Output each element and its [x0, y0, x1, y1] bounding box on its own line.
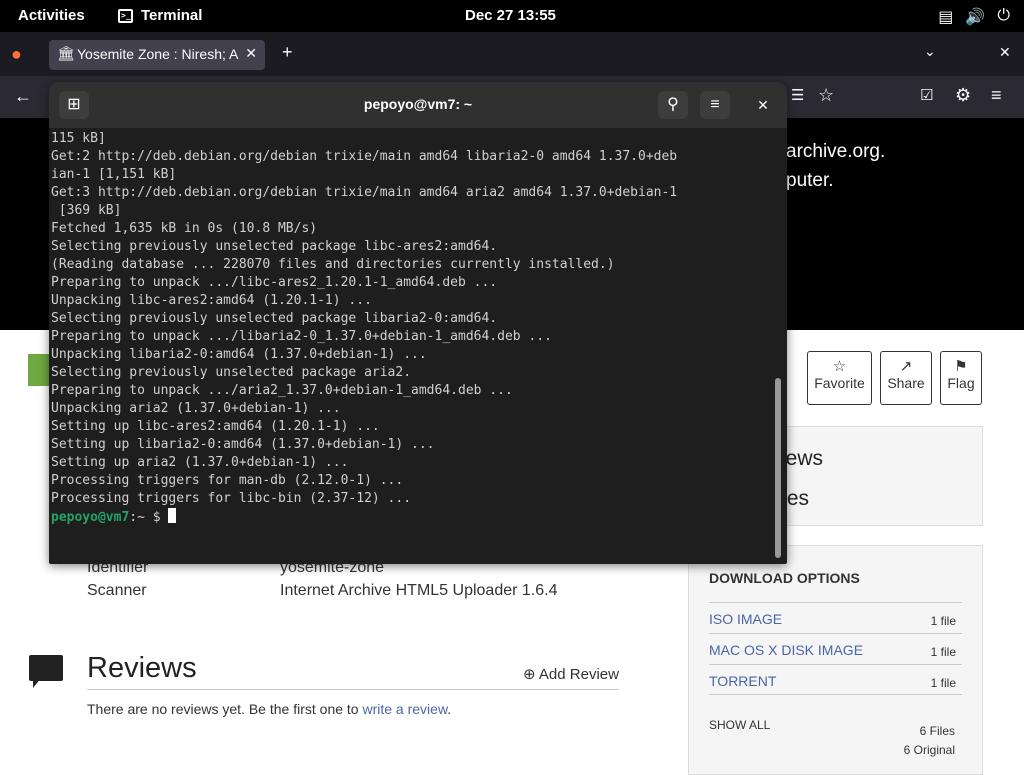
terminal-line: Unpacking aria2 (1.37.0+debian-1) ... — [51, 401, 341, 416]
terminal-line: ian-1 [1,151 kB] — [51, 167, 177, 182]
network-icon: ▤ — [938, 9, 954, 26]
hero-text-line-1: archive.org. — [786, 141, 886, 162]
download-link[interactable]: TORRENT — [709, 673, 776, 689]
bookmark-star-icon[interactable]: ☆ — [818, 85, 834, 106]
reviews-title: Reviews — [87, 652, 197, 684]
terminal-headerbar[interactable]: ⊞ pepoyo@vm7: ~ ⚲ ≡ ✕ — [49, 82, 787, 128]
flag-button[interactable]: ⚑ Flag — [940, 351, 982, 405]
download-options-panel: DOWNLOAD OPTIONS ISO IMAGE 1 file MAC OS… — [688, 545, 983, 775]
add-review-label: Add Review — [538, 666, 619, 683]
download-link[interactable]: ISO IMAGE — [709, 611, 782, 627]
prompt-path: :~ $ — [129, 510, 169, 525]
firefox-icon[interactable]: ● — [11, 44, 22, 65]
terminal-line: Selecting previously unselected package … — [51, 365, 412, 380]
terminal-line: Setting up aria2 (1.37.0+debian-1) ... — [51, 455, 349, 470]
reader-view-icon[interactable]: ☰ — [791, 86, 804, 104]
terminal-line: Selecting previously unselected package … — [51, 311, 498, 326]
write-review-link[interactable]: write a review — [362, 701, 447, 717]
download-row[interactable]: ISO IMAGE 1 file — [709, 602, 962, 633]
close-icon[interactable]: ✕ — [748, 91, 778, 119]
terminal-line: Setting up libc-ares2:amd64 (1.20.1-1) .… — [51, 419, 380, 434]
app-menu-label: Terminal — [141, 7, 203, 24]
browser-tab-strip: ● 🏛 Yosemite Zone : Niresh; A ✕ + ⌄ ✕ — [0, 32, 1024, 76]
add-review-button[interactable]: ⊕ Add Review — [523, 665, 619, 683]
power-icon: ⏻ — [997, 7, 1010, 24]
terminal-line: Preparing to unpack .../libc-ares2_1.20.… — [51, 275, 498, 290]
terminal-line: Get:2 http://deb.debian.org/debian trixi… — [51, 149, 678, 164]
no-reviews-text: There are no reviews yet. Be the first o… — [87, 701, 451, 717]
new-tab-button[interactable]: + — [282, 42, 293, 63]
activities-button[interactable]: Activities — [18, 7, 85, 24]
star-icon: ☆ — [832, 358, 847, 375]
original-count: 6 Original — [903, 743, 955, 757]
terminal-line: Fetched 1,635 kB in 0s (10.8 MB/s) — [51, 221, 318, 236]
no-reviews-prefix: There are no reviews yet. Be the first o… — [87, 701, 363, 717]
terminal-line: Setting up libaria2-0:amd64 (1.37.0+debi… — [51, 437, 435, 452]
download-count: 1 file — [930, 614, 956, 628]
terminal-line: Preparing to unpack .../aria2_1.37.0+deb… — [51, 383, 513, 398]
terminal-line: Unpacking libaria2-0:amd64 (1.37.0+debia… — [51, 347, 427, 362]
extensions-icon[interactable]: ⚙ — [955, 85, 971, 106]
terminal-line: 115 kB] — [51, 131, 106, 146]
list-tabs-icon[interactable]: ⌄ — [924, 43, 936, 60]
terminal-line: Processing triggers for libc-bin (2.37-1… — [51, 491, 412, 506]
download-row[interactable]: TORRENT 1 file — [709, 664, 962, 695]
text-cursor — [168, 508, 177, 523]
terminal-output[interactable]: 115 kB] Get:2 http://deb.debian.org/debia… — [51, 130, 771, 560]
pocket-icon[interactable]: ☑ — [920, 86, 933, 104]
terminal-window[interactable]: ⊞ pepoyo@vm7: ~ ⚲ ≡ ✕ 115 kB] Get:2 http:… — [49, 82, 787, 564]
terminal-line: Get:3 http://deb.debian.org/debian trixi… — [51, 185, 678, 200]
metadata-key: Scanner — [87, 582, 147, 599]
favorite-label: Favorite — [814, 375, 865, 391]
hamburger-menu-icon[interactable]: ≡ — [700, 91, 730, 119]
search-icon[interactable]: ⚲ — [658, 91, 688, 119]
download-options-header: DOWNLOAD OPTIONS — [709, 570, 860, 586]
share-label: Share — [887, 375, 925, 391]
share-icon: ↗ — [899, 358, 913, 375]
share-button[interactable]: ↗ Share — [880, 351, 932, 405]
terminal-line: Preparing to unpack .../libaria2-0_1.37.… — [51, 329, 552, 344]
download-count: 1 file — [930, 645, 956, 659]
terminal-lines: 115 kB] Get:2 http://deb.debian.org/debia… — [51, 130, 771, 508]
favorite-button[interactable]: ☆ Favorite — [807, 351, 872, 405]
terminal-line: [369 kB] — [51, 203, 122, 218]
item-logo — [28, 354, 50, 386]
clock[interactable]: Dec 27 13:55 — [465, 7, 556, 24]
metadata-value: Internet Archive HTML5 Uploader 1.6.4 — [280, 582, 558, 599]
close-tab-icon[interactable]: ✕ — [245, 45, 257, 62]
terminal-line: Selecting previously unselected package … — [51, 239, 498, 254]
download-link[interactable]: MAC OS X DISK IMAGE — [709, 642, 863, 658]
terminal-line: Processing triggers for man-db (2.12.0-1… — [51, 473, 404, 488]
menu-icon[interactable]: ≡ — [991, 85, 1002, 106]
plus-circle-icon: ⊕ — [523, 666, 536, 683]
hero-text-line-2: puter. — [786, 170, 834, 191]
reviews-chat-icon-tail — [33, 678, 41, 688]
prompt-line[interactable]: pepoyo@vm7:~ $ — [51, 508, 771, 527]
flag-icon: ⚑ — [954, 358, 968, 375]
volume-icon: 🔊 — [965, 9, 986, 26]
no-reviews-suffix: . — [447, 701, 452, 717]
prompt-user: pepoyo@vm7 — [51, 510, 130, 525]
reviews-divider — [87, 689, 619, 690]
close-window-icon[interactable]: ✕ — [999, 44, 1011, 61]
terminal-line: (Reading database ... 228070 files and d… — [51, 257, 615, 272]
download-row[interactable]: MAC OS X DISK IMAGE 1 file — [709, 633, 962, 664]
archive-favicon-icon: 🏛 — [57, 45, 75, 61]
flag-label: Flag — [947, 375, 975, 391]
terminal-scrollbar[interactable] — [775, 378, 781, 558]
app-menu[interactable]: >_ Terminal — [118, 7, 202, 24]
browser-tab-title: Yosemite Zone : Niresh; A — [77, 46, 239, 62]
files-count: 6 Files — [919, 724, 955, 738]
side-links-box: iews tes — [760, 426, 983, 526]
system-top-bar: Activities >_ Terminal Dec 27 13:55 ▤ 🔊 … — [0, 0, 1024, 32]
reviews-link[interactable]: iews — [781, 447, 823, 471]
terminal-line: Unpacking libc-ares2:amd64 (1.20.1-1) ..… — [51, 293, 372, 308]
show-all-link[interactable]: SHOW ALL — [709, 718, 770, 732]
browser-tab[interactable]: 🏛 Yosemite Zone : Niresh; A ✕ — [49, 40, 265, 70]
back-icon[interactable]: ← — [14, 86, 32, 107]
download-count: 1 file — [930, 676, 956, 690]
terminal-icon: >_ — [118, 8, 133, 23]
system-tray[interactable]: ▤ 🔊 ⏻ — [938, 7, 1010, 27]
